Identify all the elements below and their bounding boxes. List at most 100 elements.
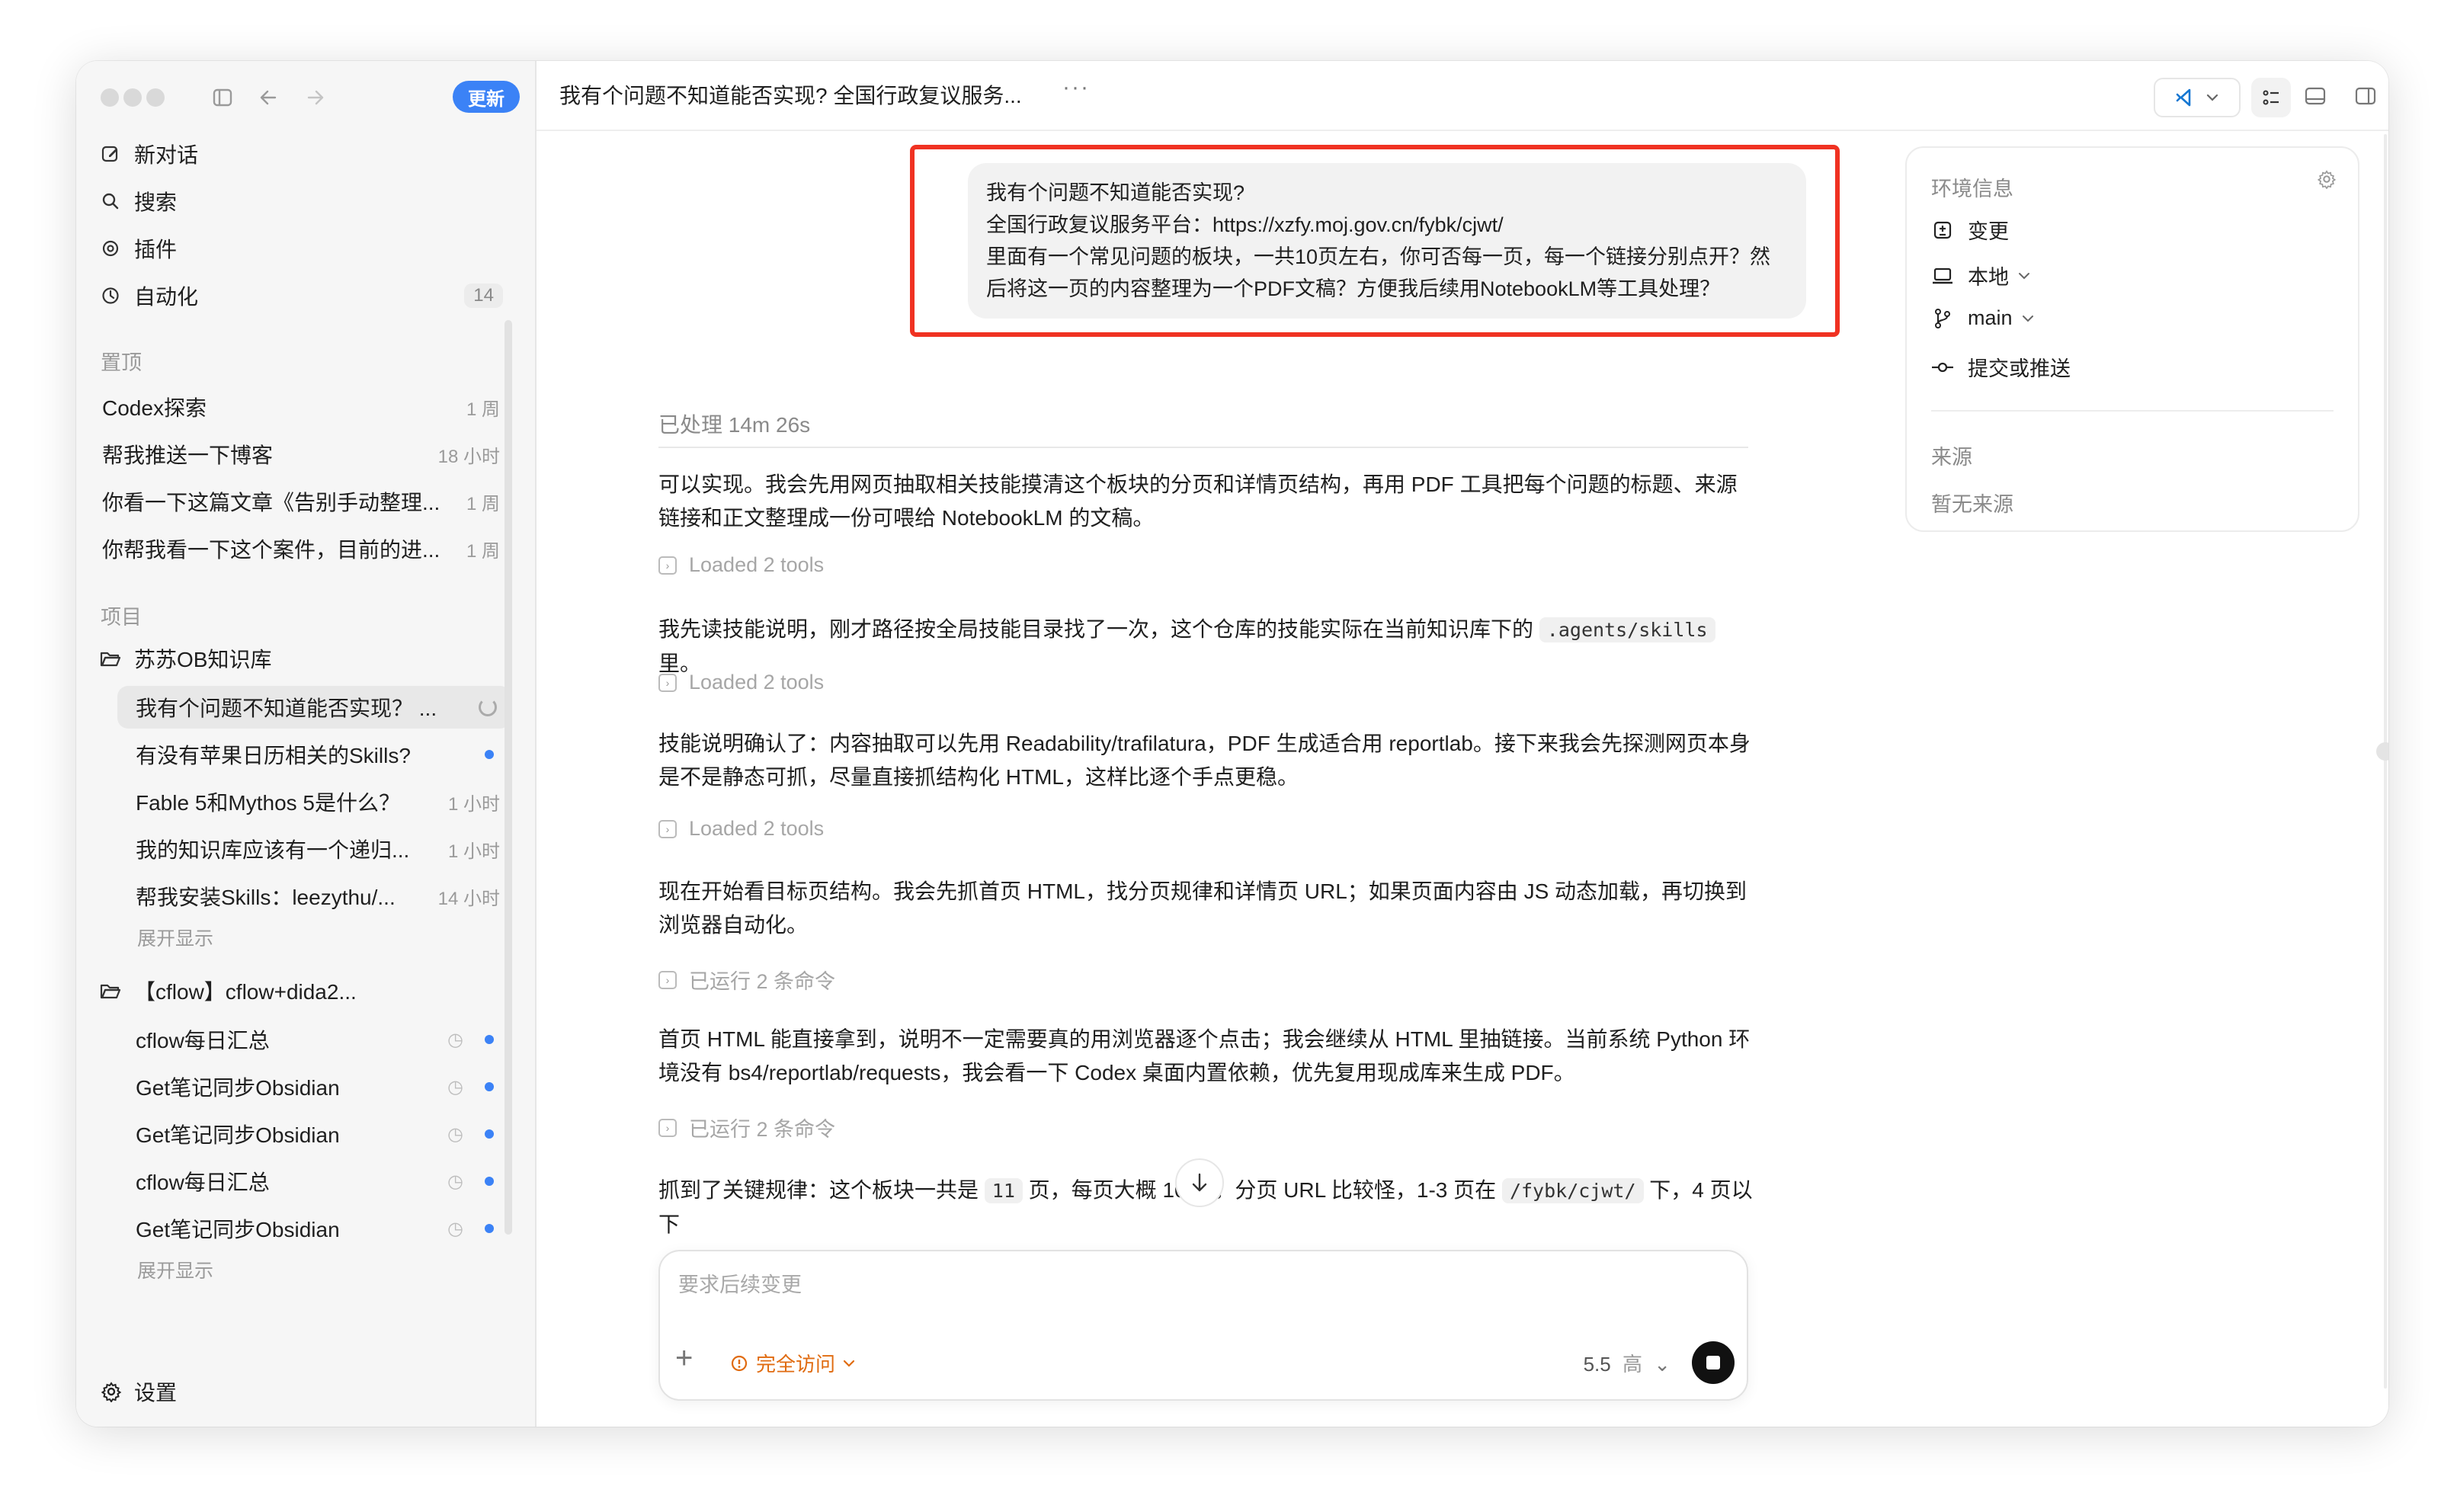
automation-thread[interactable]: Get笔记同步Obsidian ◷: [117, 1113, 511, 1155]
pinned-thread[interactable]: 你看一下这篇文章《告别手动整理... 1 周: [99, 480, 511, 523]
no-sources-text: 暂无来源: [1931, 493, 2013, 516]
expand-threads-link[interactable]: 展开显示: [137, 924, 213, 951]
close-window-button[interactable]: [101, 88, 119, 107]
folder-open-icon: [99, 647, 122, 670]
automation-label: 自动化: [134, 285, 199, 309]
tool-call-summary[interactable]: › 已运行 2 条命令: [658, 965, 835, 995]
automation-thread[interactable]: cflow每日汇总 ◷: [117, 1160, 511, 1203]
tool-call-summary[interactable]: › Loaded 2 tools: [658, 671, 824, 694]
pinned-thread[interactable]: Codex探索 1 周: [99, 386, 511, 428]
thread-time: 1 小时: [447, 793, 500, 815]
environment-title: 环境信息: [1931, 178, 2013, 200]
composer[interactable]: 要求后续变更 + 完全访问 5.5 高 ⌄: [658, 1250, 1748, 1401]
thread-time: 1 周: [466, 399, 500, 420]
scroll-indicator[interactable]: [2376, 742, 2388, 761]
plugins-nav[interactable]: 插件: [99, 227, 511, 270]
back-arrow-icon[interactable]: [253, 82, 284, 113]
automation-thread[interactable]: Get笔记同步Obsidian ◷: [117, 1207, 511, 1250]
automation-thread[interactable]: cflow每日汇总 ◷: [117, 1018, 511, 1061]
unread-dot-icon: [485, 1129, 494, 1139]
branch-dropdown[interactable]: main: [1931, 306, 2034, 330]
thread-title: Get笔记同步Obsidian: [136, 1123, 340, 1147]
chevron-down-icon: ⌄: [1654, 1353, 1671, 1376]
schedule-icon: ◷: [447, 1171, 463, 1192]
update-button[interactable]: 更新: [453, 81, 520, 113]
thread-title: 你看一下这篇文章《告别手动整理...: [102, 491, 440, 514]
pinned-section-label: 置顶: [101, 351, 142, 374]
tool-call-label: Loaded 2 tools: [689, 817, 825, 840]
thread-title: Get笔记同步Obsidian: [136, 1076, 340, 1100]
thread-item[interactable]: Fable 5和Mythos 5是什么？ 1 小时: [117, 780, 511, 823]
chevron-down-icon: [843, 1360, 855, 1367]
git-commit-icon: [1931, 360, 1954, 375]
terminal-panel-icon[interactable]: [2300, 81, 2330, 111]
thread-time: 18 小时: [437, 446, 500, 467]
branch-label: main: [1968, 306, 2013, 329]
thread-time: 1 周: [466, 493, 500, 514]
sidebar: 更新 新对话 搜索 插件 自动化 14 置顶 Codex探索 1 周 帮我推送一…: [76, 61, 537, 1427]
minimize-window-button[interactable]: [123, 88, 142, 107]
loading-spinner-icon: [479, 698, 497, 716]
gear-icon[interactable]: [2317, 169, 2337, 193]
chat-scrollbar-track[interactable]: [2384, 134, 2387, 1389]
vscode-icon: [2175, 88, 2195, 107]
thread-time: 14 小时: [437, 888, 500, 909]
assistant-paragraph: 首页 HTML 能直接拿到，说明不一定需要真的用浏览器逐个点击；我会继续从 HT…: [658, 1027, 1751, 1084]
sidebar-scrollbar[interactable]: [505, 320, 512, 1235]
more-options-icon[interactable]: ···: [1062, 75, 1090, 101]
tool-call-label: Loaded 2 tools: [689, 671, 825, 694]
tool-call-summary[interactable]: › Loaded 2 tools: [658, 553, 824, 577]
sidebar-toggle-icon[interactable]: [207, 82, 238, 113]
divider: [1931, 410, 2334, 412]
stop-generation-button[interactable]: [1692, 1341, 1735, 1384]
thread-title: Codex探索: [102, 396, 207, 420]
add-attachment-icon[interactable]: +: [675, 1341, 693, 1376]
forward-arrow-icon[interactable]: [300, 82, 331, 113]
open-in-vscode-button[interactable]: [2154, 78, 2241, 117]
tool-call-summary[interactable]: › Loaded 2 tools: [658, 817, 824, 841]
thread-item[interactable]: 有没有苹果日历相关的Skills?: [117, 733, 511, 776]
project-name: 苏苏OB知识库: [134, 648, 272, 671]
local-env-dropdown[interactable]: 本地: [1931, 261, 2030, 290]
list-icon: [2261, 88, 2281, 107]
changes-view-toggle[interactable]: [2251, 78, 2291, 117]
expand-threads-link[interactable]: 展开显示: [137, 1256, 213, 1283]
access-mode-label: 完全访问: [756, 1353, 836, 1376]
environment-panel: 环境信息 变更 本地 main 提交或推送 来源 暂无来源: [1905, 146, 2359, 532]
access-mode-dropdown[interactable]: 完全访问: [730, 1349, 855, 1377]
processed-duration[interactable]: 已处理 14m 26s: [658, 408, 810, 439]
arrow-down-icon: [1190, 1172, 1209, 1193]
thread-title: 我的知识库应该有一个递归...: [136, 838, 410, 862]
app-window: 更新 新对话 搜索 插件 自动化 14 置顶 Codex探索 1 周 帮我推送一…: [76, 61, 2388, 1427]
chevron-down-icon: [2018, 272, 2030, 280]
project-folder[interactable]: 【cflow】cflow+dida2...: [99, 969, 511, 1012]
commit-push-button[interactable]: 提交或推送: [1931, 352, 2071, 382]
automation-thread[interactable]: Get笔记同步Obsidian ◷: [117, 1065, 511, 1108]
thread-title: 帮我推送一下博客: [102, 444, 274, 467]
tool-call-summary[interactable]: › 已运行 2 条命令: [658, 1113, 835, 1142]
thread-item[interactable]: 我的知识库应该有一个递归... 1 小时: [117, 828, 511, 870]
unread-dot-icon: [485, 1035, 494, 1044]
unread-dot-icon: [485, 1224, 494, 1233]
thread-item[interactable]: 帮我安装Skills：leezythu/... 14 小时: [117, 875, 511, 918]
composer-input[interactable]: 要求后续变更: [678, 1268, 802, 1298]
schedule-icon: ◷: [447, 1123, 463, 1145]
chevron-down-icon: [2022, 315, 2034, 322]
changes-item[interactable]: 变更: [1931, 215, 2009, 245]
model-selector[interactable]: 5.5 高 ⌄: [1584, 1349, 1671, 1377]
zoom-window-button[interactable]: [146, 88, 165, 107]
project-folder[interactable]: 苏苏OB知识库: [99, 637, 511, 680]
thread-title: 有没有苹果日历相关的Skills?: [136, 744, 411, 767]
terminal-icon: ›: [658, 1118, 677, 1137]
scroll-to-bottom-button[interactable]: [1175, 1158, 1224, 1207]
pinned-thread[interactable]: 帮我推送一下博客 18 小时: [99, 433, 511, 476]
settings-button[interactable]: 设置: [101, 1376, 177, 1407]
search-nav[interactable]: 搜索: [99, 180, 511, 223]
right-panel-icon[interactable]: [2350, 81, 2381, 111]
automation-nav[interactable]: 自动化 14: [99, 274, 511, 317]
search-label: 搜索: [134, 191, 178, 214]
new-chat-nav[interactable]: 新对话: [99, 133, 511, 175]
thread-title: Fable 5和Mythos 5是什么？: [136, 791, 400, 815]
pinned-thread[interactable]: 你帮我看一下这个案件，目前的进... 1 周: [99, 527, 511, 570]
thread-item-active[interactable]: 我有个问题不知道能否实现？ ...: [117, 686, 511, 729]
